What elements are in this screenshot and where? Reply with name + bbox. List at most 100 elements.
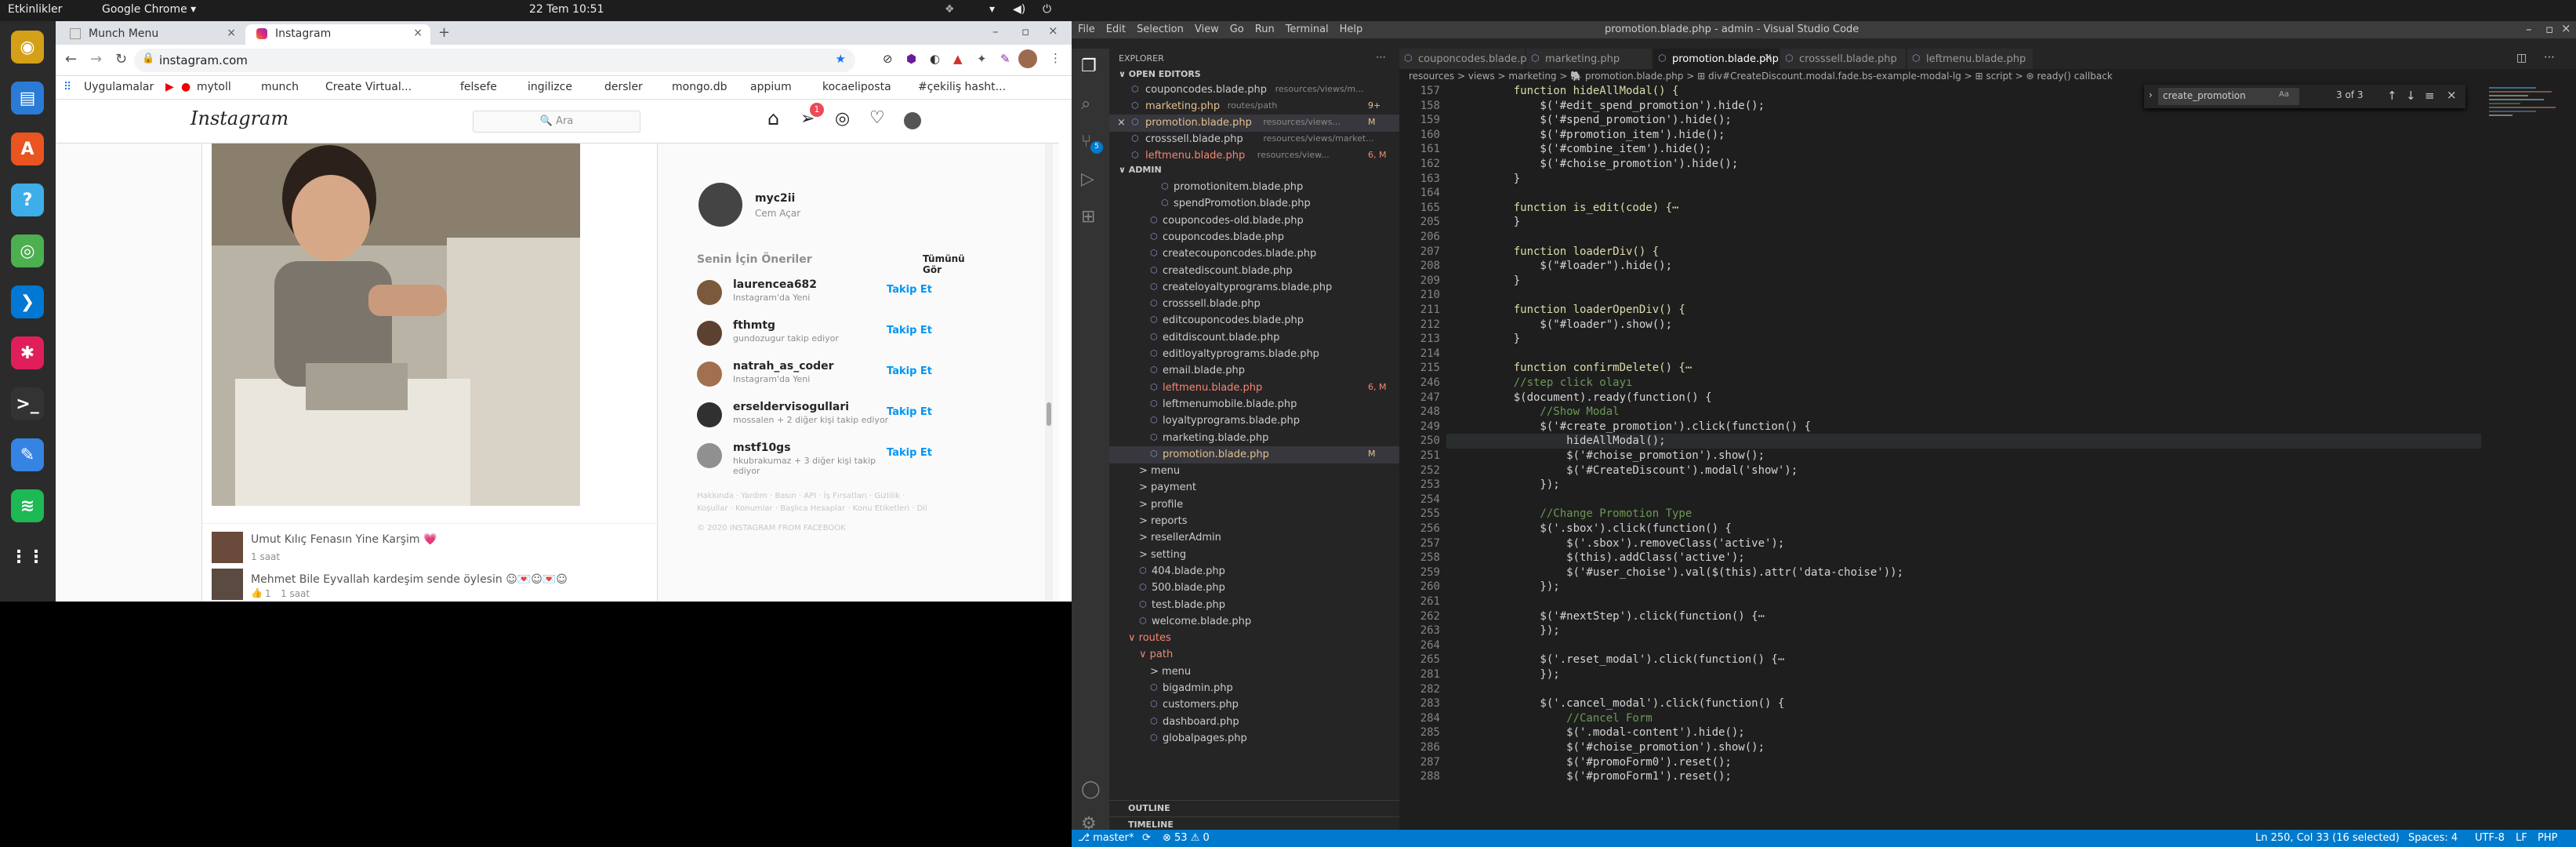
bookmark-kocaeliposta[interactable]: kocaeliposta	[822, 81, 891, 93]
like-icon[interactable]: 👍	[251, 587, 263, 598]
code-line[interactable]: $("#loader").hide();	[1487, 260, 1672, 272]
find-in-selection-icon[interactable]: ≡	[2425, 89, 2435, 103]
home-icon[interactable]: ⌂	[767, 107, 779, 129]
profile-avatar[interactable]	[1018, 49, 1037, 68]
tree-item[interactable]: ⬡ dashboard.php	[1109, 714, 1399, 731]
language-mode[interactable]: PHP	[2538, 832, 2557, 844]
post-image[interactable]	[212, 144, 580, 506]
account-icon[interactable]: ◯	[1081, 780, 1101, 799]
code-line[interactable]: function loaderDiv() {	[1487, 245, 1659, 258]
apps-grid-icon[interactable]: ⋮⋮	[10, 540, 45, 573]
menu-selection[interactable]: Selection	[1137, 24, 1184, 35]
instagram-logo[interactable]: Instagram	[190, 107, 288, 129]
menu-go[interactable]: Go	[1230, 24, 1244, 35]
find-input[interactable]: create_promotion	[2158, 88, 2299, 105]
follow-button[interactable]: Takip Et	[887, 447, 932, 459]
code-line[interactable]: });	[1487, 478, 1559, 491]
code-line[interactable]: });	[1487, 580, 1559, 593]
tree-item[interactable]: ⬡ customers.php	[1109, 696, 1399, 714]
suggestion-username[interactable]: fthmtg	[733, 319, 775, 332]
bookmark-mongodb[interactable]: mongo.db	[672, 81, 727, 93]
indentation[interactable]: Spaces: 4	[2408, 832, 2458, 844]
tree-item[interactable]: ⬡ loyaltyprograms.blade.php	[1109, 413, 1399, 430]
open-editor-item[interactable]: ⬡ crosssell.blade.php resources/views/mark…	[1109, 131, 1399, 148]
suggestion-username[interactable]: erseldervisogullari	[733, 401, 849, 413]
tree-item[interactable]: > menu	[1109, 663, 1399, 681]
close-icon[interactable]: ×	[227, 27, 236, 39]
problems-count[interactable]: ⊗ 53 ⚠ 0	[1163, 832, 1210, 844]
code-line[interactable]: $('#promotion_item').hide();	[1487, 129, 1725, 141]
code-line[interactable]: $('#choise_promotion').show();	[1487, 741, 1765, 754]
match-case-icon[interactable]: Aa	[2279, 90, 2289, 99]
close-find-icon[interactable]: ×	[2447, 88, 2457, 102]
tree-item[interactable]: ⬡ test.blade.php	[1109, 597, 1399, 614]
explorer-icon[interactable]: ❐	[1081, 56, 1097, 76]
code-line[interactable]: function confirmDelete() {⋯	[1487, 362, 1693, 374]
suggestion-username[interactable]: laurencea682	[733, 278, 817, 291]
new-tab-icon[interactable]: +	[438, 24, 450, 41]
toggle-replace-icon[interactable]: ›	[2149, 89, 2153, 100]
close-window-icon[interactable]: ×	[2561, 21, 2571, 35]
code-line[interactable]: $('.modal-content').hide();	[1487, 726, 1745, 739]
terminal-icon[interactable]: >_	[11, 387, 44, 420]
more-actions-icon[interactable]: ⋯	[1376, 52, 1386, 64]
tree-item[interactable]: > resellerAdmin	[1109, 529, 1399, 547]
scrollbar[interactable]	[1045, 144, 1053, 602]
previous-match-icon[interactable]: ↑	[2387, 89, 2397, 103]
vscode-icon[interactable]: ❯	[11, 285, 44, 318]
commenter-avatar[interactable]	[212, 569, 243, 600]
app-menu[interactable]: Google Chrome ▾	[102, 3, 196, 16]
help-icon[interactable]: ?	[11, 184, 44, 216]
encoding[interactable]: UTF-8	[2475, 832, 2505, 844]
minimize-icon[interactable]: –	[2526, 22, 2532, 36]
code-line[interactable]: function is_edit(code) {⋯	[1487, 202, 1679, 214]
code-line[interactable]: $('.sbox').click(function() {	[1487, 522, 1731, 535]
libreoffice-writer-icon[interactable]: ▤	[11, 82, 44, 115]
open-editor-item[interactable]: × ⬡ promotion.blade.php resources/views... M	[1109, 115, 1399, 132]
editor-tab[interactable]: ⬡ marketing.php	[1526, 49, 1652, 69]
tree-item[interactable]: ⬡ email.blade.php	[1109, 362, 1399, 380]
menu-terminal[interactable]: Terminal	[1286, 24, 1329, 35]
text-editor-icon[interactable]: ✎	[11, 438, 44, 471]
extension-icon[interactable]: ⊘	[883, 52, 893, 66]
tree-item[interactable]: ⬡ editdiscount.blade.php	[1109, 329, 1399, 347]
bookmark-felsefe[interactable]: felsefe	[460, 81, 497, 93]
extensions-puzzle-icon[interactable]: ✦	[977, 52, 987, 66]
footer-links[interactable]: Hakkında · Yardım · Basın · API · İş Fır…	[697, 490, 932, 515]
slack-icon[interactable]: ✱	[11, 336, 44, 369]
lock-icon[interactable]: 🔒	[142, 53, 154, 64]
activities-button[interactable]: Etkinlikler	[8, 3, 62, 16]
next-match-icon[interactable]: ↓	[2406, 89, 2416, 103]
suggestion-username[interactable]: mstf10gs	[733, 442, 791, 454]
suggestion-avatar[interactable]	[697, 443, 722, 468]
bookmark-uygulamalar[interactable]: Uygulamalar	[84, 81, 154, 93]
code-line[interactable]: $('#edit_spend_promotion').hide();	[1487, 100, 1765, 112]
extension-icon[interactable]: ⬢	[906, 52, 916, 66]
open-editor-item[interactable]: ⬡ leftmenu.blade.php resources/view... 6, M	[1109, 147, 1399, 165]
tree-item[interactable]: ⬡ createloyaltyprograms.blade.php	[1109, 279, 1399, 296]
code-line[interactable]: $('#combine_item').hide();	[1487, 143, 1711, 155]
code-line[interactable]: hideAllModal();	[1487, 434, 1665, 447]
suggestion-avatar[interactable]	[697, 321, 722, 346]
tree-item[interactable]: ⬡ leftmenumobile.blade.php	[1109, 396, 1399, 413]
maximize-icon[interactable]: ▫	[2545, 22, 2553, 36]
editor-tab[interactable]: ⬡ couponcodes.blade.php	[1399, 49, 1540, 69]
tree-item[interactable]: > setting	[1109, 547, 1399, 564]
tree-item[interactable]: ⬡ createcouponcodes.blade.php	[1109, 245, 1399, 263]
editor-tab[interactable]: ⬡ leftmenu.blade.php	[1907, 49, 2033, 69]
code-line[interactable]: $(document).ready(function() {	[1487, 391, 1712, 404]
split-editor-icon[interactable]: ◫	[2516, 52, 2527, 64]
tree-item[interactable]: ⬡ couponcodes.blade.php	[1109, 229, 1399, 246]
bookmark-icon[interactable]: ●	[181, 81, 190, 93]
suggestion-avatar[interactable]	[697, 362, 722, 387]
close-window-icon[interactable]: ×	[1048, 24, 1058, 38]
minimap[interactable]	[2489, 85, 2567, 555]
open-editor-item[interactable]: ⬡ marketing.php routes/path 9+	[1109, 98, 1399, 115]
suggestion-username[interactable]: natrah_as_coder	[733, 360, 834, 373]
tree-item[interactable]: ⬡ 404.blade.php	[1109, 563, 1399, 580]
menu-view[interactable]: View	[1195, 24, 1219, 35]
search-icon[interactable]: ⌕	[1081, 94, 1090, 114]
profile-avatar[interactable]	[698, 183, 742, 227]
cursor-position[interactable]: Ln 250, Col 33 (16 selected)	[2255, 832, 2400, 844]
close-icon[interactable]: ×	[1764, 52, 1772, 64]
